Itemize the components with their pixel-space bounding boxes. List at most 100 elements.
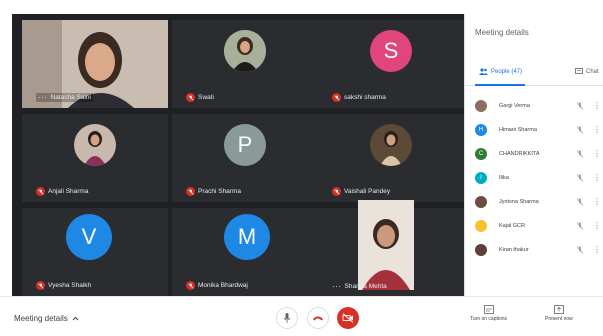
people-list-item[interactable]: Kiran thakur ⋮ [471,238,603,262]
person-avatar: C [475,148,487,160]
participant-tile[interactable]: P Prachi Sharma [172,114,318,202]
participant-tile[interactable]: V Vyesha Shaikh [22,208,168,296]
avatar-initial: M [237,224,257,249]
participant-tile[interactable]: Vaishali Pandey [318,114,464,202]
mic-off-icon [332,93,341,102]
more-options-icon[interactable]: ⋮ [593,150,601,158]
more-options-icon[interactable]: ⋮ [593,222,601,230]
mic-off-icon [36,281,45,290]
participant-name: Vyesha Shaikh [48,282,92,289]
present-label: Present now [545,316,573,322]
more-options-icon[interactable]: ⋮ [593,126,601,134]
camera-toggle-button[interactable] [337,307,359,329]
meeting-details-button[interactable]: Meeting details [14,314,79,323]
avatar-initial: P [237,132,253,157]
person-avatar [475,220,487,232]
mic-toggle-button[interactable] [276,307,298,329]
mic-off-icon [576,222,584,230]
participant-tile[interactable]: M Monika Bhardwaj [172,208,318,296]
participant-name: Vaishali Pandey [344,188,391,195]
tab-chat-label: Chat [586,68,599,75]
active-tab-indicator [475,84,525,86]
people-list-item[interactable]: H Himani Sharma ⋮ [471,118,603,142]
captions-icon [483,305,494,314]
participant-name: sakshi sharma [344,94,386,101]
participant-photo [74,124,116,166]
person-avatar [475,100,487,112]
participant-avatar: P [224,124,266,166]
participant-name: Natasha Saini [50,94,91,101]
participant-avatar: M [224,214,270,260]
more-options-icon[interactable]: ··· [38,93,48,101]
mic-off-icon [576,102,584,110]
participant-tile[interactable]: Swati [172,20,318,108]
person-name: Kajal GCR [499,223,525,229]
participant-name: Monika Bhardwaj [198,282,248,289]
person-name: Ilika [499,175,509,181]
mic-off-icon [186,187,195,196]
avatar-initial: V [81,224,97,249]
mic-off-icon [576,246,584,254]
participant-avatar: S [370,30,412,72]
participant-photo [224,30,266,72]
camera-off-icon [342,313,354,323]
mic-off-icon [186,281,195,290]
present-now-button[interactable]: Present now [545,305,573,322]
participant-name: Prachi Sharma [198,188,241,195]
participant-name: Swati [198,94,214,101]
participant-tile[interactable]: ··· Sharoja Mehta [318,200,464,296]
panel-tabs: People (47) Chat [465,62,603,86]
person-name: Kiran thakur [499,247,529,253]
more-options-icon[interactable]: ⋮ [593,246,601,254]
captions-label: Turn on captions [470,316,508,322]
people-list-item[interactable]: Gargi Verma ⋮ [471,94,603,118]
person-name: Himani Sharma [499,127,537,133]
person-avatar [475,244,487,256]
people-list-item[interactable]: Jyotsna Sharma ⋮ [471,190,603,214]
mic-off-icon [332,187,341,196]
meet-window: ··· Natasha Saini Swati S sakshi sharma … [0,0,603,336]
mic-off-icon [36,187,45,196]
captions-button[interactable]: Turn on captions [470,305,507,322]
bottom-toolbar: Meeting details Turn on captions Present… [0,296,603,336]
hang-up-icon [313,316,323,321]
participant-name: Sharoja Mehta [344,283,387,290]
participant-tile[interactable]: Anjali Sharma [22,114,168,202]
person-avatar [475,196,487,208]
mic-off-icon [186,93,195,102]
panel-title: Meeting details [475,28,529,37]
avatar-initial: S [383,38,399,63]
people-list-item[interactable]: I Ilika ⋮ [471,166,603,190]
person-name: Jyotsna Sharma [499,199,539,205]
mic-off-icon [576,150,584,158]
participant-avatar: V [66,214,112,260]
chevron-up-icon [72,316,79,321]
person-name: Gargi Verma [499,103,530,109]
present-icon [553,305,564,314]
meeting-details-label: Meeting details [14,314,68,323]
more-options-icon[interactable]: ⋮ [593,102,601,110]
mic-off-icon [576,126,584,134]
person-name: CHANDRIKKITA [499,151,540,157]
mic-off-icon [576,198,584,206]
participant-name: Anjali Sharma [48,188,89,195]
meeting-details-panel: Meeting details People (47) Chat Gargi V… [464,14,603,296]
video-grid: ··· Natasha Saini Swati S sakshi sharma … [12,14,464,296]
person-avatar: I [475,172,487,184]
participant-tile[interactable]: ··· Natasha Saini [22,20,168,108]
participant-photo [358,200,414,290]
person-avatar: H [475,124,487,136]
leave-call-button[interactable] [307,307,329,329]
more-options-icon[interactable]: ⋮ [593,198,601,206]
tab-chat[interactable]: Chat [575,68,599,75]
tab-people[interactable]: People (47) [479,68,522,75]
people-list-item[interactable]: Kajal GCR ⋮ [471,214,603,238]
participant-photo [370,124,412,166]
more-options-icon[interactable]: ⋮ [593,174,601,182]
mic-off-icon [576,174,584,182]
tab-people-label: People (47) [491,68,523,75]
people-list-item[interactable]: C CHANDRIKKITA ⋮ [471,142,603,166]
more-options-icon[interactable]: ··· [332,282,342,290]
people-icon [479,68,488,75]
participant-tile[interactable]: S sakshi sharma [318,20,464,108]
